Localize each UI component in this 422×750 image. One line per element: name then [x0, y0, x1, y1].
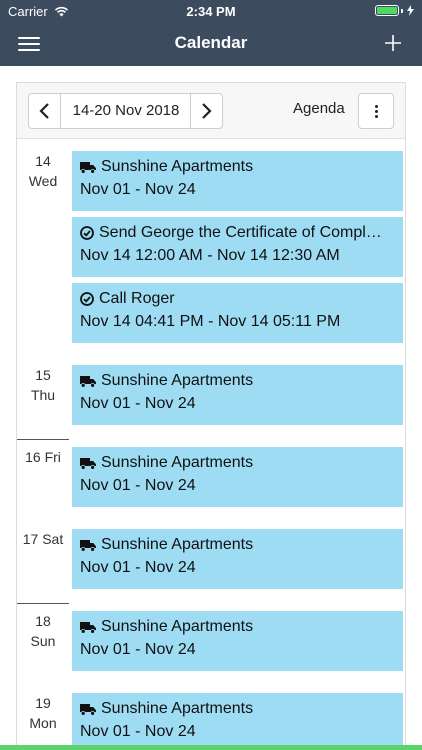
event-title: Sunshine Apartments	[80, 534, 395, 556]
next-week-button[interactable]	[190, 93, 223, 129]
event-time: Nov 01 - Nov 24	[80, 395, 196, 412]
calendar-toolbar: 14-20 Nov 2018 Agenda	[17, 83, 405, 139]
day-label: 15 Thu	[17, 365, 69, 405]
day-number: 19	[35, 695, 51, 711]
day-label: 17 Sat	[17, 529, 69, 549]
event-title-text: Sunshine Apartments	[101, 158, 254, 175]
day-number: 16	[25, 449, 41, 465]
event-title: Sunshine Apartments	[80, 156, 395, 178]
day-label: 18 Sun	[17, 611, 69, 651]
event-time: Nov 14 12:00 AM - Nov 14 12:30 AM	[80, 247, 340, 264]
prev-week-button[interactable]	[28, 93, 61, 129]
status-time: 2:34 PM	[186, 4, 236, 19]
event-title-text: Sunshine Apartments	[101, 618, 254, 635]
calendar-view: 14-20 Nov 2018 Agenda 14 Wed Sunshine Apar…	[16, 82, 406, 750]
event-title: Send George the Certificate of Compl…	[80, 222, 395, 244]
event-title: Sunshine Apartments	[80, 698, 395, 720]
agenda-event[interactable]: Sunshine Apartments Nov 01 - Nov 24	[72, 611, 403, 671]
charging-bolt-icon	[407, 5, 414, 16]
event-title-text: Sunshine Apartments	[101, 536, 254, 553]
nav-bar: Calendar	[0, 22, 422, 66]
event-title-text: Sunshine Apartments	[101, 700, 254, 717]
event-time: Nov 01 - Nov 24	[80, 181, 196, 198]
event-title-text: Call Roger	[99, 290, 175, 307]
status-bar: Carrier 2:34 PM	[0, 0, 422, 22]
truck-icon	[80, 703, 96, 716]
truck-icon	[80, 161, 96, 174]
app-header: Carrier 2:34 PM Calendar	[0, 0, 422, 66]
day-weekday: Sun	[30, 633, 56, 649]
truck-icon	[80, 539, 96, 552]
agenda-event[interactable]: Send George the Certificate of Compl… Nov…	[72, 217, 403, 277]
event-title-text: Sunshine Apartments	[101, 372, 254, 389]
day-label: 19 Mon	[17, 693, 69, 733]
page-title: Calendar	[174, 33, 248, 52]
day-number: 15	[35, 367, 51, 383]
day-weekday: Thu	[30, 387, 56, 403]
agenda-event[interactable]: Sunshine Apartments Nov 01 - Nov 24	[72, 447, 403, 507]
event-time: Nov 01 - Nov 24	[80, 641, 196, 658]
check-circle-icon	[80, 292, 94, 306]
chevron-left-icon	[39, 103, 49, 119]
truck-icon	[80, 375, 96, 388]
event-title-text: Send George the Certificate of Compl…	[99, 224, 382, 241]
truck-icon	[80, 457, 96, 470]
day-weekday: Sat	[42, 531, 64, 547]
day-number: 17	[22, 531, 39, 547]
truck-icon	[80, 621, 96, 634]
event-time: Nov 01 - Nov 24	[80, 477, 196, 494]
day-number: 18	[35, 613, 51, 629]
agenda-event[interactable]: Sunshine Apartments Nov 01 - Nov 24	[72, 365, 403, 425]
agenda-event[interactable]: Sunshine Apartments Nov 01 - Nov 24	[72, 151, 403, 211]
battery-icon	[375, 5, 414, 16]
event-title-text: Sunshine Apartments	[101, 454, 254, 471]
day-label: 16 Fri	[17, 447, 69, 467]
bottom-accent-bar	[0, 745, 422, 750]
event-title: Sunshine Apartments	[80, 452, 395, 474]
day-separator	[17, 603, 69, 604]
chevron-right-icon	[202, 103, 212, 119]
day-weekday: Wed	[28, 173, 58, 189]
check-circle-icon	[80, 226, 94, 240]
day-weekday: Fri	[44, 449, 61, 465]
event-time: Nov 01 - Nov 24	[80, 559, 196, 576]
event-time: Nov 01 - Nov 24	[80, 723, 196, 740]
event-title: Sunshine Apartments	[80, 616, 395, 638]
date-range-label: 14-20 Nov 2018	[61, 93, 191, 129]
more-options-button[interactable]	[358, 93, 394, 129]
agenda-event[interactable]: Sunshine Apartments Nov 01 - Nov 24	[72, 693, 403, 749]
day-label: 14 Wed	[17, 151, 69, 191]
agenda-event[interactable]: Call Roger Nov 14 04:41 PM - Nov 14 05:11…	[72, 283, 403, 343]
view-mode-label[interactable]: Agenda	[293, 100, 345, 117]
event-title: Call Roger	[80, 288, 395, 310]
agenda-event[interactable]: Sunshine Apartments Nov 01 - Nov 24	[72, 529, 403, 589]
day-weekday: Mon	[29, 715, 57, 731]
day-separator	[17, 439, 69, 440]
plus-icon[interactable]	[382, 32, 404, 54]
day-number: 14	[35, 153, 51, 169]
event-title: Sunshine Apartments	[80, 370, 395, 392]
event-time: Nov 14 04:41 PM - Nov 14 05:11 PM	[80, 313, 341, 330]
